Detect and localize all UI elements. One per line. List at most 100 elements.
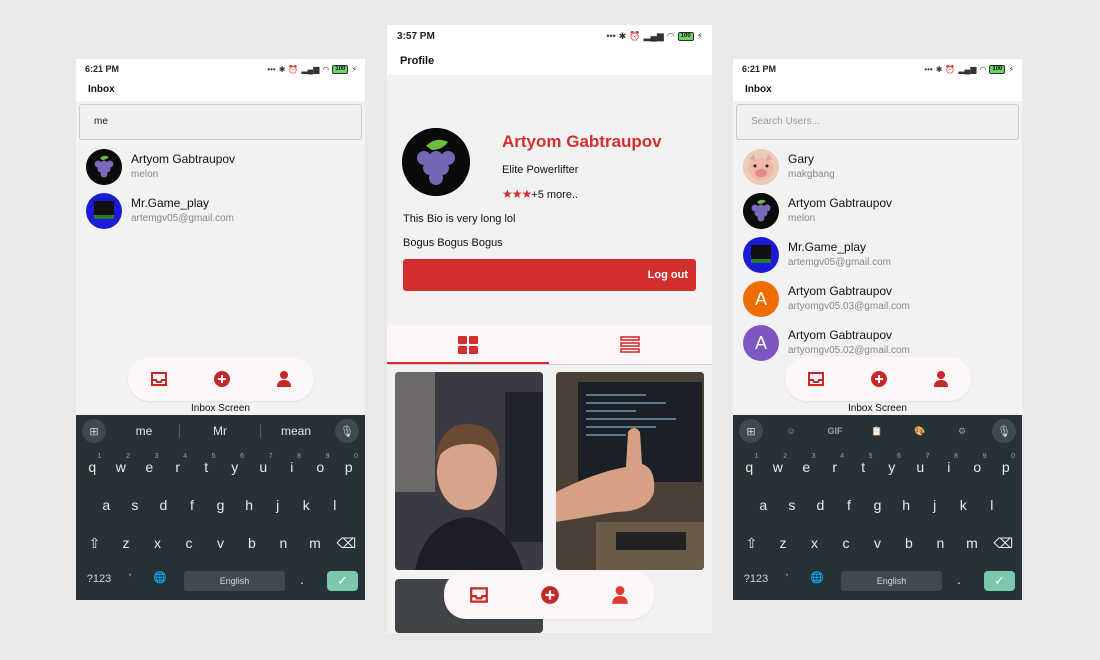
key[interactable]: m [958, 535, 987, 552]
key[interactable]: b [238, 535, 267, 552]
list-item[interactable]: A Artyom Gabtraupov artyomgv05.03@gmail.… [733, 277, 1022, 321]
post-photo[interactable] [556, 372, 704, 570]
key[interactable]: b [895, 535, 924, 552]
add-icon[interactable] [213, 370, 231, 388]
backspace-icon[interactable]: ⌫ [332, 535, 361, 552]
rating-more[interactable]: +5 more.. [531, 189, 578, 201]
key[interactable]: j [263, 497, 292, 513]
suggestion[interactable]: Mr [192, 415, 248, 447]
key[interactable]: v [863, 535, 892, 552]
shift-icon[interactable]: ⇧ [80, 535, 109, 552]
key[interactable]: f [835, 497, 864, 513]
emoji-key[interactable]: , [120, 567, 140, 578]
key[interactable]: u7 [906, 453, 935, 475]
key[interactable]: a [749, 497, 778, 513]
key[interactable]: q1 [78, 453, 107, 475]
inbox-icon[interactable] [807, 371, 825, 387]
list-item[interactable]: Artyom Gabtraupov melon [76, 145, 365, 189]
apps-icon[interactable]: ⊞ [739, 419, 763, 443]
settings-icon[interactable]: ⚙ [950, 419, 974, 443]
key[interactable]: p0 [335, 453, 364, 475]
logout-button[interactable]: Log out [403, 259, 696, 291]
add-icon[interactable] [870, 370, 888, 388]
key[interactable]: w2 [107, 453, 136, 475]
list-item[interactable]: Gary makgbang [733, 145, 1022, 189]
period-key[interactable]: . [292, 571, 312, 587]
key[interactable]: u7 [249, 453, 278, 475]
key[interactable]: t5 [849, 453, 878, 475]
list-item[interactable]: Mr.Game_play artemgv05@gmail.com [733, 233, 1022, 277]
tab-grid[interactable] [387, 325, 549, 365]
key[interactable]: y6 [221, 453, 250, 475]
key[interactable]: h [235, 497, 264, 513]
key[interactable]: v [206, 535, 235, 552]
key[interactable]: m [301, 535, 330, 552]
list-item[interactable]: Artyom Gabtraupov melon [733, 189, 1022, 233]
key[interactable]: c [175, 535, 204, 552]
key[interactable]: g [863, 497, 892, 513]
key[interactable]: y6 [878, 453, 907, 475]
period-key[interactable]: . [949, 571, 969, 587]
globe-icon[interactable]: 🌐 [150, 571, 170, 584]
mic-icon[interactable]: 🎙 [992, 419, 1016, 443]
key[interactable]: z [769, 535, 798, 552]
key[interactable]: r4 [821, 453, 850, 475]
profile-icon[interactable] [611, 585, 629, 605]
key[interactable]: f [178, 497, 207, 513]
key[interactable]: a [92, 497, 121, 513]
globe-icon[interactable]: 🌐 [807, 571, 827, 584]
key[interactable]: s [121, 497, 150, 513]
add-icon[interactable] [540, 585, 560, 605]
key[interactable]: z [112, 535, 141, 552]
key[interactable]: e3 [135, 453, 164, 475]
palette-icon[interactable]: 🎨 [908, 419, 932, 443]
key[interactable]: i8 [278, 453, 307, 475]
gif-icon[interactable]: GIF [823, 419, 847, 443]
key[interactable]: d [149, 497, 178, 513]
sticker-icon[interactable]: ☺ [779, 419, 803, 443]
key[interactable]: k [292, 497, 321, 513]
profile-icon[interactable] [933, 370, 949, 388]
suggestion[interactable]: me [116, 415, 172, 447]
profile-icon[interactable] [276, 370, 292, 388]
spacebar[interactable]: English [841, 571, 942, 591]
key[interactable]: s [778, 497, 807, 513]
key[interactable]: h [892, 497, 921, 513]
key[interactable]: j [920, 497, 949, 513]
key[interactable]: p0 [992, 453, 1021, 475]
key[interactable]: w2 [764, 453, 793, 475]
key[interactable]: x [800, 535, 829, 552]
key[interactable]: o9 [306, 453, 335, 475]
search-input[interactable]: me [79, 104, 362, 140]
key[interactable]: n [269, 535, 298, 552]
key[interactable]: d [806, 497, 835, 513]
key[interactable]: e3 [792, 453, 821, 475]
key[interactable]: n [926, 535, 955, 552]
key[interactable]: r4 [164, 453, 193, 475]
key[interactable]: g [206, 497, 235, 513]
key[interactable]: i8 [935, 453, 964, 475]
key[interactable]: c [832, 535, 861, 552]
suggestion[interactable]: mean [268, 415, 324, 447]
shift-icon[interactable]: ⇧ [737, 535, 766, 552]
inbox-icon[interactable] [150, 371, 168, 387]
mic-icon[interactable]: 🎙 [335, 419, 359, 443]
clipboard-icon[interactable]: 📋 [865, 419, 889, 443]
inbox-icon[interactable] [469, 586, 489, 604]
key[interactable]: l [978, 497, 1007, 513]
tab-list[interactable] [549, 325, 711, 365]
enter-key[interactable]: ✓ [327, 571, 358, 591]
search-input[interactable]: Search Users... [736, 104, 1019, 140]
symbols-key[interactable]: ?123 [741, 573, 771, 585]
key[interactable]: x [143, 535, 172, 552]
enter-key[interactable]: ✓ [984, 571, 1015, 591]
spacebar[interactable]: English [184, 571, 285, 591]
symbols-key[interactable]: ?123 [84, 573, 114, 585]
post-photo[interactable] [395, 372, 543, 570]
apps-icon[interactable]: ⊞ [82, 419, 106, 443]
avatar[interactable] [402, 128, 470, 196]
backspace-icon[interactable]: ⌫ [989, 535, 1018, 552]
emoji-key[interactable]: , [777, 567, 797, 578]
key[interactable]: q1 [735, 453, 764, 475]
key[interactable]: l [321, 497, 350, 513]
